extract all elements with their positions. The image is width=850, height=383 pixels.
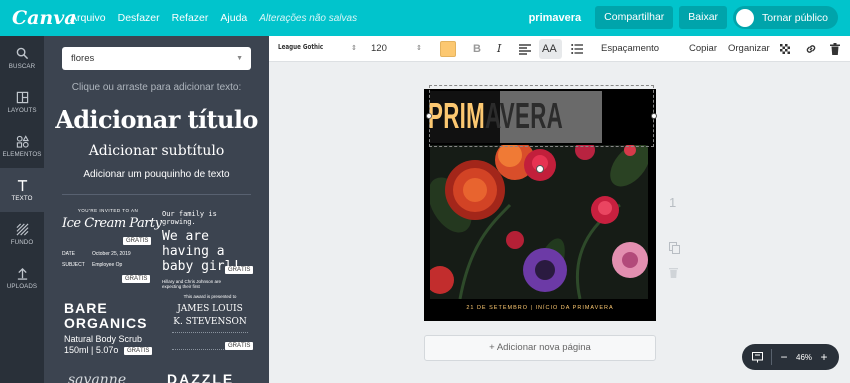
free-badge: GRÁTIS: [122, 275, 151, 283]
add-subtitle-button[interactable]: Adicionar subtítulo: [44, 143, 269, 159]
zoom-level: 46%: [796, 352, 813, 362]
template-small-text: This award is presented to: [183, 294, 237, 299]
template-headline: Ice Cream Party: [62, 216, 162, 231]
font-size-input[interactable]: 120: [371, 36, 387, 62]
nav-buscar[interactable]: BUSCAR: [0, 36, 44, 80]
search-icon: [16, 47, 28, 59]
share-button[interactable]: Compartilhar: [595, 6, 674, 29]
download-button[interactable]: Baixar: [679, 6, 728, 29]
top-bar: Canva Arquivo Desfazer Refazer Ajuda Alt…: [0, 0, 850, 36]
template-small-text: Our family is growing.: [162, 210, 217, 226]
spacing-button[interactable]: Espaçamento: [601, 36, 659, 62]
template-headline: K. STEVENSON: [173, 317, 247, 327]
bold-button[interactable]: B: [473, 36, 481, 62]
delete-page-icon[interactable]: [669, 267, 678, 278]
text-toolbar: League Gothic ⇕ 120 ⇕ B I AA Espaçamento…: [269, 36, 850, 62]
template-headline: ORGANICS: [64, 315, 148, 331]
copy-button[interactable]: Copiar: [689, 36, 717, 62]
make-public-label: Tornar público: [762, 11, 828, 24]
arrange-button[interactable]: Organizar: [728, 36, 770, 62]
nav-label: TEXTO: [11, 194, 33, 202]
main-menu: Arquivo Desfazer Refazer Ajuda Alteraçõe…: [70, 12, 369, 24]
elements-icon: [16, 134, 29, 148]
nav-layouts[interactable]: LAYOUTS: [0, 80, 44, 124]
divider: [62, 194, 251, 195]
nav-label: BUSCAR: [8, 62, 36, 70]
make-public-toggle[interactable]: Tornar público: [733, 6, 838, 29]
nav-label: LAYOUTS: [7, 106, 37, 114]
text-panel: flores ▼ Clique ou arraste para adiciona…: [44, 36, 269, 383]
toggle-knob: [736, 8, 755, 27]
add-page-button[interactable]: + Adicionar nova página: [424, 335, 656, 361]
free-badge: GRÁTIS: [123, 237, 152, 245]
duplicate-page-icon[interactable]: [669, 242, 680, 254]
zoom-control: − 46% +: [742, 344, 839, 370]
design-footer-date[interactable]: 21 DE SETEMBRO | INÍCIO DA PRIMAVERA: [424, 305, 656, 311]
template-subject-label: SUBJECT: [62, 262, 85, 268]
left-nav: BUSCAR LAYOUTS ELEMENTOS TEXTO FUNDO UPL…: [0, 36, 44, 383]
resize-handle-left[interactable]: [426, 113, 432, 119]
free-badge: GRÁTIS: [225, 266, 254, 274]
nav-label: UPLOADS: [6, 282, 38, 290]
template-small-text: YOU'RE INVITED TO AN: [77, 208, 139, 213]
chevron-down-icon[interactable]: ▼: [236, 47, 243, 70]
free-badge: GRÁTIS: [225, 342, 254, 350]
template-body: Hillary and Chris Johnson are expecting …: [162, 279, 222, 289]
document-name[interactable]: primavera: [529, 12, 582, 24]
template-subject: Employee Op: [92, 262, 123, 268]
trash-icon[interactable]: [830, 43, 840, 55]
canvas-area: PRIMAVERA 21 DE SETEMBRO | INÍCIO DA PRI…: [269, 62, 850, 383]
nav-elementos[interactable]: ELEMENTOS: [0, 124, 44, 168]
template-date: October 25, 2019: [92, 251, 131, 257]
selection-box: [429, 85, 654, 147]
add-title-button[interactable]: Adicionar título: [44, 105, 269, 134]
nav-label: FUNDO: [10, 238, 34, 246]
text-color-swatch[interactable]: [440, 41, 456, 57]
free-badge: GRÁTIS: [124, 347, 153, 355]
nav-texto[interactable]: TEXTO: [0, 168, 44, 212]
text-icon: [17, 179, 27, 191]
template-date-label: DATE: [62, 251, 75, 257]
template-headline: JAMES LOUIS: [177, 304, 243, 314]
zoom-in-button[interactable]: +: [818, 350, 830, 364]
link-icon[interactable]: [805, 43, 817, 55]
zoom-out-button[interactable]: −: [778, 350, 790, 364]
template-savanne[interactable]: savanne: [68, 372, 126, 383]
background-icon: [16, 223, 28, 235]
font-selector[interactable]: League Gothic: [278, 43, 323, 51]
upload-icon: [17, 267, 27, 280]
menu-ajuda[interactable]: Ajuda: [220, 12, 247, 24]
italic-button[interactable]: I: [497, 36, 501, 62]
search-value: flores: [71, 53, 95, 64]
canva-logo[interactable]: Canva: [12, 7, 77, 29]
nav-uploads[interactable]: UPLOADS: [0, 256, 44, 300]
search-input[interactable]: flores ▼: [62, 47, 251, 70]
transparency-icon[interactable]: [780, 44, 790, 54]
template-dazzle[interactable]: DAZZLE: [167, 371, 234, 383]
resize-handle-right[interactable]: [651, 113, 657, 119]
page-number: 1: [669, 195, 677, 210]
nav-fundo[interactable]: FUNDO: [0, 212, 44, 256]
menu-refazer[interactable]: Refazer: [172, 12, 209, 24]
rotate-handle[interactable]: [536, 165, 544, 173]
unsaved-status: Alterações não salvas: [259, 12, 358, 24]
zoom-divider: [771, 349, 772, 365]
menu-arquivo[interactable]: Arquivo: [70, 12, 106, 24]
template-baby-girl[interactable]: Our family is growing. We are having a b…: [162, 210, 254, 289]
nav-label: ELEMENTOS: [2, 150, 42, 158]
add-body-text-button[interactable]: Adicionar um pouquinho de texto: [44, 169, 269, 180]
uppercase-button[interactable]: AA: [542, 36, 557, 62]
presentation-icon[interactable]: [752, 351, 763, 363]
font-selector-arrows[interactable]: ⇕: [351, 36, 357, 62]
align-left-icon[interactable]: [519, 43, 531, 55]
template-body: Natural Body Scrub: [64, 334, 143, 344]
menu-desfazer[interactable]: Desfazer: [118, 12, 160, 24]
layouts-icon: [16, 91, 28, 103]
text-hint: Clique ou arraste para adicionar texto:: [71, 82, 242, 93]
template-headline: BARE: [64, 300, 108, 316]
list-icon[interactable]: [571, 43, 583, 55]
font-size-arrows[interactable]: ⇕: [416, 36, 422, 62]
